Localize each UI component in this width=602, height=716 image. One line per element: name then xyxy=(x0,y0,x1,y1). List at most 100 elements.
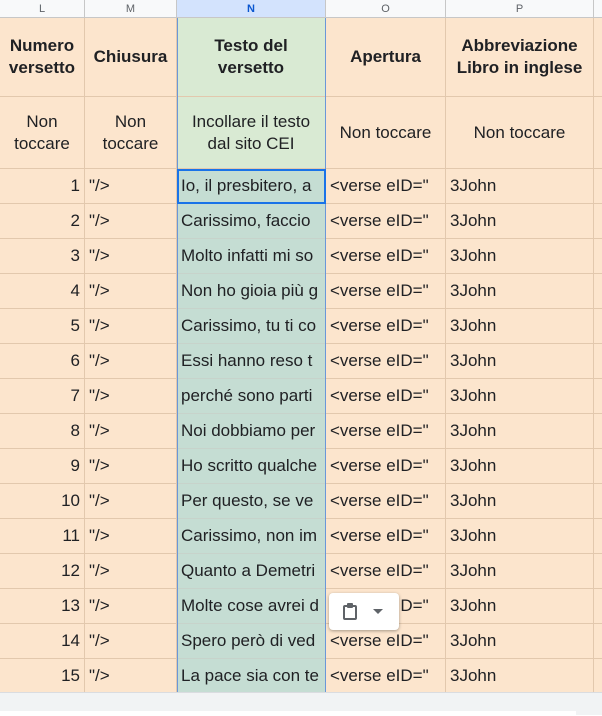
verse-text-cell[interactable]: Carissimo, faccio xyxy=(177,204,326,239)
closing-tag-cell[interactable]: "/> xyxy=(85,449,177,484)
verse-text-cell[interactable]: Spero però di ved xyxy=(177,624,326,659)
verse-number-cell[interactable]: 7 xyxy=(0,379,85,414)
verse-number-cell[interactable]: 8 xyxy=(0,414,85,449)
opening-tag-cell[interactable]: <verse eID=" xyxy=(326,309,446,344)
closing-tag-cell[interactable]: "/> xyxy=(85,484,177,519)
verse-text-cell[interactable]: Molto infatti mi so xyxy=(177,239,326,274)
opening-tag-cell[interactable]: <verse eID=" xyxy=(326,379,446,414)
book-abbreviation-cell[interactable]: 3John xyxy=(446,554,594,589)
verse-number-cell[interactable]: 4 xyxy=(0,274,85,309)
next-column-cell[interactable] xyxy=(594,239,602,274)
opening-tag-cell[interactable]: <verse eID=" xyxy=(326,344,446,379)
book-abbreviation-cell[interactable]: 3John xyxy=(446,344,594,379)
verse-number-cell[interactable]: 12 xyxy=(0,554,85,589)
verse-text-cell[interactable]: Io, il presbitero, a xyxy=(177,169,326,204)
book-abbreviation-cell[interactable]: 3John xyxy=(446,169,594,204)
scrollbar-track[interactable] xyxy=(0,711,576,716)
header-cell-abbreviazione[interactable]: Abbreviazione Libro in inglese xyxy=(446,18,594,97)
closing-tag-cell[interactable]: "/> xyxy=(85,379,177,414)
book-abbreviation-cell[interactable]: 3John xyxy=(446,624,594,659)
header-cell-next[interactable] xyxy=(594,18,602,97)
next-column-cell[interactable] xyxy=(594,169,602,204)
closing-tag-cell[interactable]: "/> xyxy=(85,239,177,274)
opening-tag-cell[interactable]: <verse eID=" xyxy=(326,484,446,519)
book-abbreviation-cell[interactable]: 3John xyxy=(446,449,594,484)
opening-tag-cell[interactable]: <verse eID=" xyxy=(326,274,446,309)
book-abbreviation-cell[interactable]: 3John xyxy=(446,484,594,519)
book-abbreviation-cell[interactable]: 3John xyxy=(446,274,594,309)
next-column-cell[interactable] xyxy=(594,204,602,239)
book-abbreviation-cell[interactable]: 3John xyxy=(446,309,594,344)
verse-text-cell[interactable]: perché sono parti xyxy=(177,379,326,414)
next-column-cell[interactable] xyxy=(594,519,602,554)
opening-tag-cell[interactable]: <verse eID=" xyxy=(326,554,446,589)
subheader-cell-abbreviazione[interactable]: Non toccare xyxy=(446,97,594,169)
next-column-cell[interactable] xyxy=(594,624,602,659)
verse-number-cell[interactable]: 9 xyxy=(0,449,85,484)
book-abbreviation-cell[interactable]: 3John xyxy=(446,589,594,624)
verse-text-cell[interactable]: Molte cose avrei d xyxy=(177,589,326,624)
verse-text-cell[interactable]: Ho scritto qualche xyxy=(177,449,326,484)
next-column-cell[interactable] xyxy=(594,589,602,624)
verse-text-cell[interactable]: Essi hanno reso t xyxy=(177,344,326,379)
column-header-q[interactable] xyxy=(594,0,602,18)
opening-tag-cell[interactable]: <verse eID=" xyxy=(326,204,446,239)
closing-tag-cell[interactable]: "/> xyxy=(85,554,177,589)
verse-number-cell[interactable]: 13 xyxy=(0,589,85,624)
opening-tag-cell[interactable]: <verse eID=" xyxy=(326,169,446,204)
book-abbreviation-cell[interactable]: 3John xyxy=(446,204,594,239)
column-header-m[interactable]: M xyxy=(85,0,177,18)
subheader-cell-apertura[interactable]: Non toccare xyxy=(326,97,446,169)
next-column-cell[interactable] xyxy=(594,554,602,589)
next-column-cell[interactable] xyxy=(594,659,602,692)
opening-tag-cell[interactable]: <verse eID=" xyxy=(326,414,446,449)
verse-number-cell[interactable]: 3 xyxy=(0,239,85,274)
subheader-cell-numero[interactable]: Non toccare xyxy=(0,97,85,169)
verse-number-cell[interactable]: 11 xyxy=(0,519,85,554)
subheader-cell-next[interactable] xyxy=(594,97,602,169)
next-column-cell[interactable] xyxy=(594,274,602,309)
verse-number-cell[interactable]: 15 xyxy=(0,659,85,692)
next-column-cell[interactable] xyxy=(594,309,602,344)
column-header-o[interactable]: O xyxy=(326,0,446,18)
closing-tag-cell[interactable]: "/> xyxy=(85,274,177,309)
subheader-cell-testo[interactable]: Incollare il testo dal sito CEI xyxy=(177,97,326,169)
horizontal-scrollbar[interactable] xyxy=(0,692,602,716)
chevron-down-icon[interactable] xyxy=(373,609,383,614)
verse-number-cell[interactable]: 10 xyxy=(0,484,85,519)
verse-text-cell[interactable]: Per questo, se ve xyxy=(177,484,326,519)
opening-tag-cell[interactable]: <verse eID=" xyxy=(326,659,446,692)
column-header-l[interactable]: L xyxy=(0,0,85,18)
book-abbreviation-cell[interactable]: 3John xyxy=(446,414,594,449)
verse-number-cell[interactable]: 5 xyxy=(0,309,85,344)
next-column-cell[interactable] xyxy=(594,414,602,449)
subheader-cell-chiusura[interactable]: Non toccare xyxy=(85,97,177,169)
header-cell-testo[interactable]: Testo del versetto xyxy=(177,18,326,97)
verse-number-cell[interactable]: 14 xyxy=(0,624,85,659)
verse-number-cell[interactable]: 6 xyxy=(0,344,85,379)
closing-tag-cell[interactable]: "/> xyxy=(85,309,177,344)
verse-text-cell[interactable]: Carissimo, tu ti co xyxy=(177,309,326,344)
book-abbreviation-cell[interactable]: 3John xyxy=(446,379,594,414)
closing-tag-cell[interactable]: "/> xyxy=(85,659,177,692)
closing-tag-cell[interactable]: "/> xyxy=(85,519,177,554)
verse-text-cell[interactable]: Carissimo, non im xyxy=(177,519,326,554)
verse-number-cell[interactable]: 1 xyxy=(0,169,85,204)
column-header-n[interactable]: N xyxy=(177,0,326,18)
book-abbreviation-cell[interactable]: 3John xyxy=(446,659,594,692)
verse-text-cell[interactable]: La pace sia con te xyxy=(177,659,326,692)
next-column-cell[interactable] xyxy=(594,449,602,484)
next-column-cell[interactable] xyxy=(594,484,602,519)
header-cell-apertura[interactable]: Apertura xyxy=(326,18,446,97)
book-abbreviation-cell[interactable]: 3John xyxy=(446,239,594,274)
verse-text-cell[interactable]: Noi dobbiamo per xyxy=(177,414,326,449)
column-header-p[interactable]: P xyxy=(446,0,594,18)
closing-tag-cell[interactable]: "/> xyxy=(85,204,177,239)
opening-tag-cell[interactable]: <verse eID=" xyxy=(326,519,446,554)
header-cell-numero[interactable]: Numero versetto xyxy=(0,18,85,97)
closing-tag-cell[interactable]: "/> xyxy=(85,624,177,659)
closing-tag-cell[interactable]: "/> xyxy=(85,344,177,379)
closing-tag-cell[interactable]: "/> xyxy=(85,589,177,624)
clipboard-icon[interactable] xyxy=(343,603,357,620)
verse-text-cell[interactable]: Quanto a Demetri xyxy=(177,554,326,589)
